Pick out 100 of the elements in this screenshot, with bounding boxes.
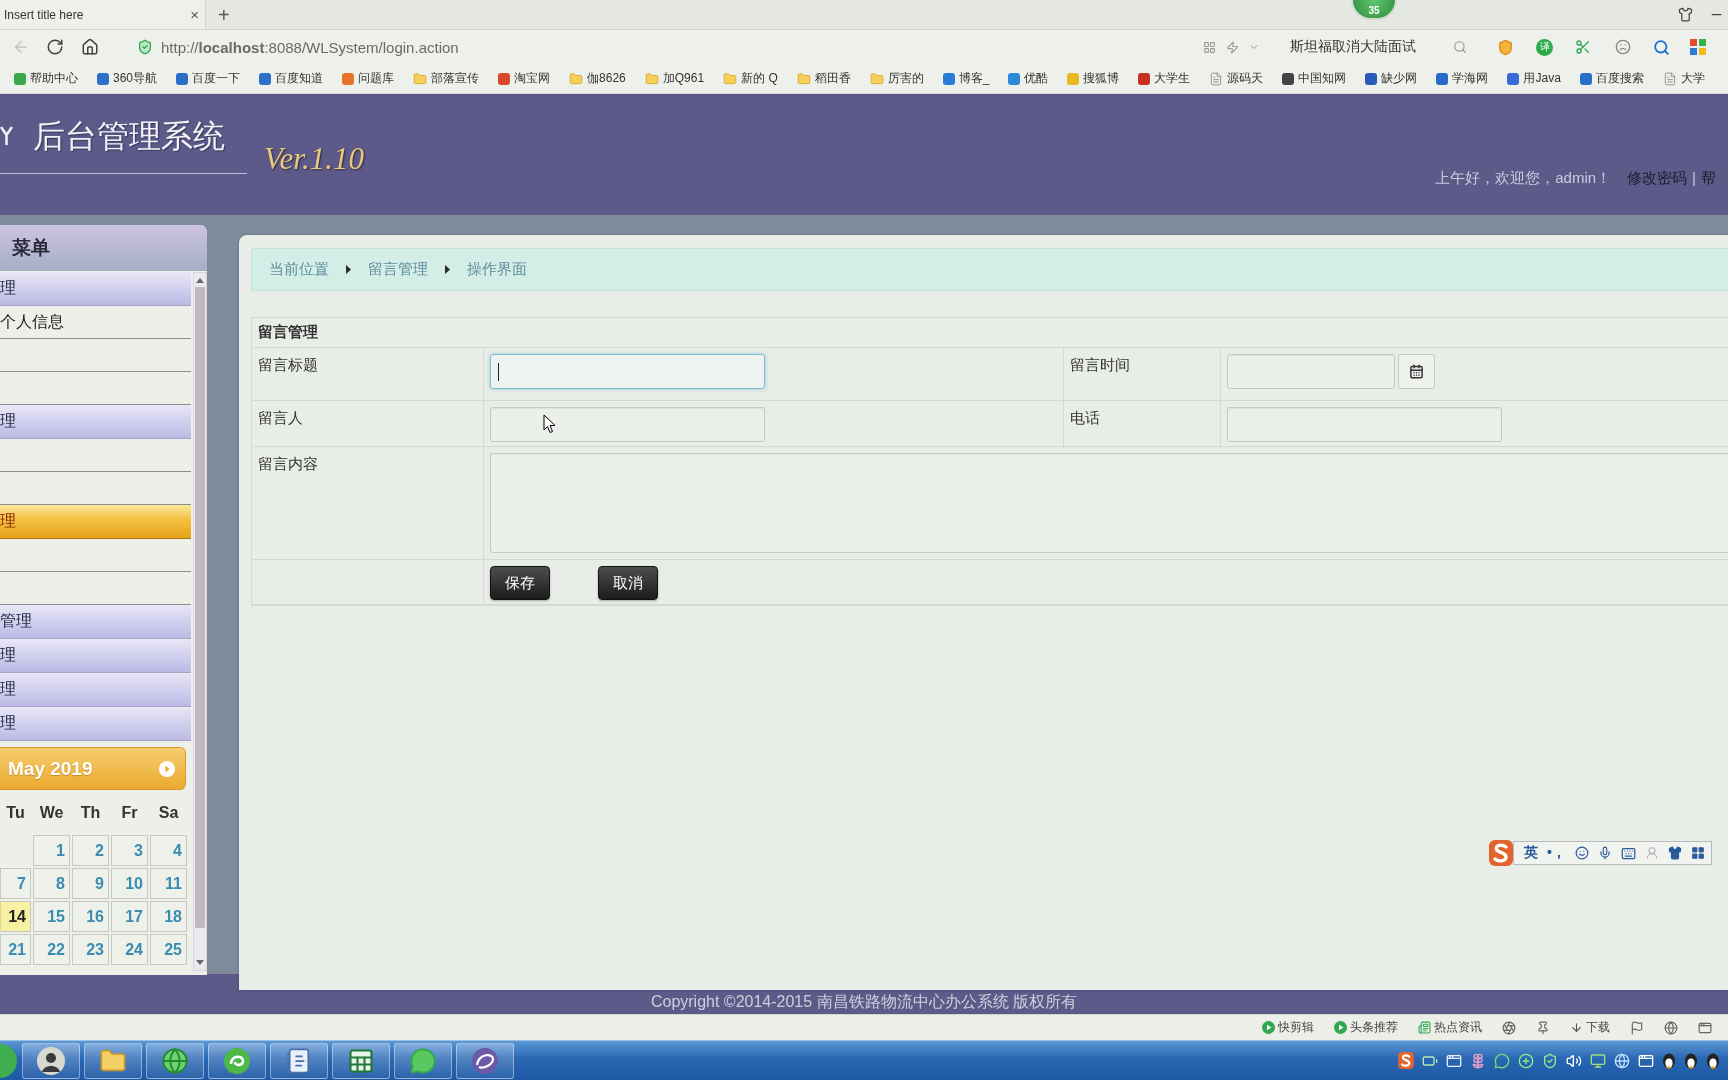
monitor-icon[interactable] bbox=[1590, 1052, 1606, 1069]
new-tab-button[interactable]: + bbox=[218, 4, 230, 25]
bookmark-link[interactable]: 大学生 bbox=[1138, 70, 1191, 87]
bookmark-link[interactable]: 缺少网 bbox=[1365, 70, 1418, 87]
flower-icon[interactable] bbox=[1470, 1052, 1486, 1069]
status-link[interactable]: 快剪辑 bbox=[1262, 1019, 1314, 1036]
bookmark-link[interactable]: 淘宝网 bbox=[498, 70, 551, 87]
logo-icon[interactable] bbox=[1489, 839, 1513, 867]
search-icon[interactable] bbox=[1653, 38, 1670, 56]
chat-bubble-icon[interactable] bbox=[1494, 1052, 1510, 1069]
shirt-icon[interactable] bbox=[1667, 846, 1682, 860]
calendar-button[interactable] bbox=[1398, 354, 1435, 389]
menu-section-header[interactable]: 理 bbox=[0, 272, 191, 306]
menu-section-header[interactable]: 理 bbox=[0, 405, 191, 439]
window-icon[interactable] bbox=[1698, 1020, 1712, 1035]
input-field[interactable] bbox=[490, 407, 765, 442]
bookmark-link[interactable]: 中国知网 bbox=[1282, 70, 1347, 87]
bookmark-link[interactable]: 搜狐博 bbox=[1067, 70, 1120, 87]
aperture-icon[interactable] bbox=[1502, 1020, 1516, 1035]
cancel-button[interactable]: 取消 bbox=[598, 566, 658, 600]
bookmark-link[interactable]: 源码天 bbox=[1209, 70, 1264, 87]
punctuation-toggle[interactable]: •， bbox=[1547, 844, 1566, 862]
play-icon bbox=[1262, 1021, 1275, 1034]
globe-icon[interactable] bbox=[1664, 1020, 1678, 1035]
reload-icon[interactable] bbox=[46, 38, 64, 56]
logo-icon[interactable] bbox=[1398, 1052, 1414, 1069]
keyboard-icon[interactable] bbox=[1620, 845, 1636, 861]
smiley-icon[interactable] bbox=[1574, 846, 1589, 860]
bookmark-link[interactable]: 部落宣传 bbox=[413, 70, 480, 87]
flag-icon[interactable] bbox=[1630, 1020, 1644, 1035]
start-orb-icon[interactable] bbox=[0, 1043, 18, 1078]
menu-section-header[interactable]: 理 bbox=[0, 505, 191, 539]
menu-section-header[interactable]: 管理 bbox=[0, 605, 191, 639]
browser-tab[interactable]: Insert title here × bbox=[0, 0, 206, 29]
penguin-icon[interactable] bbox=[1706, 1052, 1720, 1069]
input-field[interactable] bbox=[490, 354, 765, 389]
bookmark-link[interactable]: 新的 Q bbox=[723, 70, 778, 87]
scrollbar-thumb[interactable] bbox=[195, 287, 205, 928]
bookmark-link[interactable]: 帮助中心 bbox=[14, 70, 78, 87]
home-icon[interactable] bbox=[81, 38, 99, 56]
plus-circle-icon[interactable] bbox=[1518, 1052, 1534, 1069]
bookmark-link[interactable]: 稻田香 bbox=[796, 70, 851, 87]
weekday-label: We bbox=[38, 804, 65, 822]
bookmark-link[interactable]: 百度搜索 bbox=[1579, 70, 1644, 87]
shirt-icon[interactable] bbox=[1678, 7, 1693, 22]
spreadsheet-icon bbox=[347, 1046, 375, 1075]
text-caret-icon bbox=[498, 363, 499, 381]
bookmark-link[interactable]: 大学 bbox=[1662, 70, 1705, 87]
taskbar-button[interactable] bbox=[456, 1042, 514, 1079]
face-icon[interactable] bbox=[1615, 39, 1631, 55]
status-link[interactable]: 热点资讯 bbox=[1418, 1019, 1482, 1036]
newspaper-icon bbox=[1418, 1021, 1431, 1034]
taskbar-button[interactable] bbox=[208, 1042, 266, 1079]
date-field[interactable] bbox=[1227, 354, 1395, 389]
download-icon bbox=[1570, 1021, 1583, 1034]
bookmark-link[interactable]: 百度知道 bbox=[259, 70, 324, 87]
bookmark-link[interactable]: 百度一下 bbox=[176, 70, 241, 87]
pin-icon[interactable] bbox=[1536, 1020, 1550, 1035]
window-icon[interactable] bbox=[1446, 1052, 1462, 1069]
penguin-icon[interactable] bbox=[1684, 1052, 1698, 1069]
grid-icon[interactable] bbox=[1690, 846, 1705, 860]
menu-section-header[interactable]: 理 bbox=[0, 707, 191, 741]
bookmark-link[interactable]: 360导航 bbox=[97, 70, 158, 87]
bookmark-link[interactable]: 问题库 bbox=[342, 70, 395, 87]
window-icon[interactable] bbox=[1638, 1052, 1654, 1069]
tab-close-button[interactable]: × bbox=[190, 6, 199, 23]
calendar-day[interactable]: 14 bbox=[0, 901, 31, 932]
field-label: 留言标题 bbox=[258, 355, 319, 375]
bookmark-link[interactable]: 用Java bbox=[1507, 70, 1561, 87]
shield-icon[interactable] bbox=[1542, 1052, 1558, 1069]
bookmark-link[interactable]: 加Q961 bbox=[644, 70, 705, 87]
bookmark-link[interactable]: 博客_ bbox=[942, 70, 990, 87]
scroll-up-icon[interactable] bbox=[196, 278, 204, 283]
search-field[interactable]: 斯坦福取消大陆面试 bbox=[1290, 38, 1440, 56]
scroll-down-icon[interactable] bbox=[196, 960, 204, 965]
save-button[interactable]: 保存 bbox=[490, 566, 550, 600]
bookmark-link[interactable]: 优酷 bbox=[1008, 70, 1049, 87]
taskbar-button[interactable] bbox=[22, 1042, 80, 1079]
menu-section-header[interactable]: 理 bbox=[0, 673, 191, 707]
menu-section-header[interactable]: 理 bbox=[0, 639, 191, 673]
lightning-icon[interactable] bbox=[1226, 40, 1239, 54]
bookmark-link[interactable]: 学海网 bbox=[1436, 70, 1489, 87]
penguin-icon[interactable] bbox=[1662, 1052, 1676, 1069]
weekday-label: Th bbox=[79, 804, 102, 822]
taskbar-button[interactable] bbox=[270, 1042, 328, 1079]
bookmark-link[interactable]: 伽8626 bbox=[569, 70, 626, 87]
url-text[interactable]: http://localhost:8088/WLSystem/login.action bbox=[161, 38, 459, 56]
status-link[interactable]: 下载 bbox=[1570, 1019, 1610, 1036]
scrollbar[interactable] bbox=[193, 272, 207, 971]
scissors-icon[interactable] bbox=[1575, 39, 1591, 55]
input-mode-toggle[interactable]: 英 bbox=[1524, 844, 1538, 862]
taskbar-button[interactable] bbox=[332, 1042, 390, 1079]
bookmark-link[interactable]: 厉害的 bbox=[869, 70, 924, 87]
input-field[interactable] bbox=[1227, 407, 1502, 442]
status-link[interactable]: 头条推荐 bbox=[1334, 1019, 1398, 1036]
speaker-icon[interactable] bbox=[1566, 1052, 1582, 1069]
tiles-icon[interactable] bbox=[1690, 39, 1706, 55]
taskbar-button[interactable] bbox=[84, 1042, 142, 1079]
microphone-icon[interactable] bbox=[1597, 846, 1612, 860]
menu-item[interactable]: 个人信息 bbox=[0, 306, 191, 339]
